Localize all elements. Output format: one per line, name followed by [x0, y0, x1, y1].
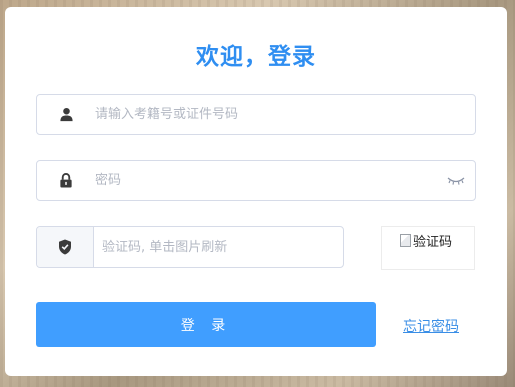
captcha-image[interactable]: 验证码 — [381, 226, 475, 270]
username-field[interactable] — [36, 94, 476, 135]
eye-closed-icon[interactable] — [445, 161, 467, 200]
captcha-input[interactable] — [102, 227, 335, 267]
forgot-password-link[interactable]: 忘记密码 — [403, 316, 459, 336]
lock-icon — [37, 161, 95, 200]
password-input[interactable] — [95, 161, 439, 200]
password-field[interactable] — [36, 160, 476, 201]
login-card: 欢迎，登录 请输入考籍号或证件号码 验证码, 单击图片刷新 验证码 登 录 忘记… — [5, 7, 507, 376]
shield-icon — [37, 227, 94, 267]
broken-image-icon: 验证码 — [400, 231, 452, 250]
captcha-image-alt: 验证码 — [413, 235, 453, 250]
captcha-field[interactable] — [36, 226, 344, 268]
user-icon — [37, 95, 95, 134]
login-button[interactable]: 登 录 — [36, 302, 376, 347]
username-input[interactable] — [95, 95, 439, 134]
page-title: 欢迎，登录 — [196, 44, 316, 70]
